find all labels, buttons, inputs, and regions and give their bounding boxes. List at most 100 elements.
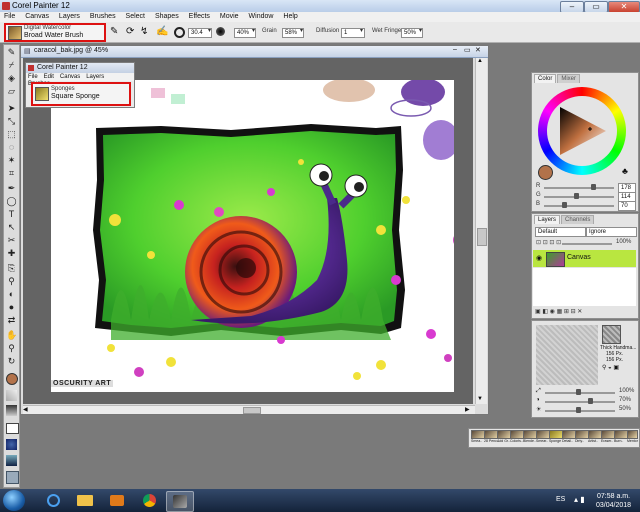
layer-opacity-value[interactable]: 100% (616, 239, 631, 245)
lasso-icon[interactable]: ◌ (6, 142, 17, 153)
paint-bucket-icon[interactable]: ◈ (6, 73, 17, 84)
size-dropdown-icon[interactable]: ▾ (208, 27, 211, 34)
vertical-scrollbar[interactable]: ▲ ▼ (475, 58, 487, 404)
crop-icon[interactable]: ⌗ (6, 168, 17, 179)
taskbar-ie-icon[interactable] (40, 491, 66, 510)
scroll-left-icon[interactable]: ◀ (23, 406, 28, 413)
language-indicator[interactable]: ES (556, 496, 565, 503)
mini-brush-selector[interactable]: Sponges Square Sponge (31, 82, 131, 106)
doc-close-button[interactable]: ✕ (475, 46, 481, 54)
dodge-icon[interactable]: ◐ (6, 289, 17, 300)
tab-layers[interactable]: Layers (534, 215, 561, 224)
scroll-up-icon[interactable]: ▲ (477, 58, 483, 64)
start-button[interactable] (3, 490, 25, 511)
paper-selector-thumbnail[interactable] (602, 325, 621, 344)
vertical-scroll-thumb[interactable] (477, 228, 487, 246)
menu-canvas[interactable]: Canvas (21, 12, 53, 22)
menu-select[interactable]: Select (122, 12, 149, 22)
diffusion-dropdown-icon[interactable]: ▾ (360, 27, 363, 34)
menu-window[interactable]: Window (245, 12, 278, 22)
mini-menu-file[interactable]: File (26, 74, 40, 80)
doc-maximize-button[interactable]: ▭ (464, 46, 471, 54)
opacity-dropdown-icon[interactable]: ▾ (252, 27, 255, 34)
scroll-down-icon[interactable]: ▼ (477, 396, 483, 402)
layer-opacity-slider[interactable] (562, 243, 612, 245)
menu-shapes[interactable]: Shapes (151, 12, 183, 22)
tab-mixer[interactable]: Mixer (557, 74, 581, 83)
taskbar-painter-icon[interactable] (166, 491, 194, 512)
paper-scale-knob[interactable] (576, 389, 581, 395)
mini-menu-layers[interactable]: Layers (84, 74, 106, 80)
transform-icon[interactable]: ⤡ (6, 116, 17, 127)
visibility-eye-icon[interactable]: ◉ (536, 254, 542, 262)
nozzle-selector-icon[interactable] (6, 455, 17, 466)
layer-lock-icons[interactable]: ⊡ ⊡ ⊡ ⊡ (536, 239, 561, 246)
paper-brightness-knob[interactable] (576, 407, 581, 413)
mini-menu-edit[interactable]: Edit (42, 74, 56, 80)
taskbar-explorer-icon[interactable] (72, 491, 98, 510)
main-color-swatch[interactable] (6, 373, 18, 385)
layer-adjuster-icon[interactable]: ➤ (6, 103, 17, 114)
rotate-page-icon[interactable]: ↻ (6, 356, 17, 367)
rubber-stamp-icon[interactable]: ⚲ (6, 276, 17, 287)
burn-icon[interactable]: ● (6, 302, 17, 313)
menu-brushes[interactable]: Brushes (86, 12, 120, 22)
composite-method-dropdown[interactable]: Default (535, 227, 586, 237)
gradient-selector-icon[interactable] (6, 405, 17, 416)
brush-tool-icon[interactable]: ✎ (110, 26, 118, 37)
paper-brightness-value[interactable]: 50% (619, 406, 631, 412)
main-color-swatch-panel[interactable] (538, 165, 553, 180)
mini-menu-canvas[interactable]: Canvas (58, 74, 82, 80)
paper-contrast-slider[interactable] (545, 401, 615, 403)
shape-selection-icon[interactable]: ↖ (6, 222, 17, 233)
weaving-selector-icon[interactable] (6, 439, 17, 450)
saturation-value-triangle[interactable] (558, 105, 608, 157)
brush-tile[interactable]: Mentor.. (627, 430, 638, 445)
b-value[interactable]: 70 (618, 201, 636, 211)
add-point-icon[interactable]: ✚ (6, 248, 17, 259)
r-slider-knob[interactable] (591, 184, 596, 190)
wet-fringe-dropdown-icon[interactable]: ▾ (419, 27, 422, 34)
preserve-dropdown[interactable]: Ignore (586, 227, 637, 237)
grabber-icon[interactable]: ✋ (6, 330, 17, 341)
paper-contrast-value[interactable]: 70% (619, 397, 631, 403)
color-picker-icon[interactable]: ♣ (622, 166, 628, 176)
r-slider[interactable] (544, 187, 614, 189)
eraser-icon[interactable]: ▱ (6, 86, 17, 97)
paper-invert-icons[interactable]: ⚲ ◒ ▣ (602, 364, 619, 371)
rect-select-icon[interactable]: ⬚ (6, 129, 17, 140)
horizontal-scrollbar[interactable]: ◀ ▶ (23, 405, 475, 414)
taskbar-media-player-icon[interactable] (104, 491, 130, 510)
paper-selector-icon[interactable] (6, 390, 17, 401)
scroll-right-icon[interactable]: ▶ (465, 406, 470, 413)
g-slider[interactable] (544, 196, 614, 198)
canvas-viewport[interactable]: OSCURITY ART (23, 58, 473, 404)
hue-ring[interactable] (538, 87, 626, 175)
mirror-icon[interactable]: ⇄ (6, 315, 17, 326)
brush-tool-icon[interactable]: ✎ (6, 47, 17, 58)
b-slider[interactable] (544, 205, 614, 207)
g-slider-knob[interactable] (574, 193, 579, 199)
menu-help[interactable]: Help (279, 12, 301, 22)
paper-contrast-knob[interactable] (588, 398, 593, 404)
pattern-selector-icon[interactable] (6, 423, 19, 434)
brush-tracking-icon[interactable]: ✍ (156, 26, 168, 37)
b-slider-knob[interactable] (562, 202, 567, 208)
magnifier-icon[interactable]: ⚲ (6, 343, 17, 354)
brush-selector[interactable]: Digital Watercolor Broad Water Brush (4, 23, 106, 42)
dropper-icon[interactable]: ⌿ (6, 60, 17, 71)
menu-movie[interactable]: Movie (216, 12, 243, 22)
system-clock[interactable]: 07:58 a.m. 03/04/2018 (596, 492, 631, 510)
tab-color[interactable]: Color (534, 74, 557, 83)
menu-file[interactable]: File (0, 12, 19, 22)
tab-channels[interactable]: Channels (561, 215, 595, 224)
magic-wand-icon[interactable]: ✶ (6, 155, 17, 166)
doc-minimize-button[interactable]: – (453, 46, 457, 53)
taskbar-chrome-icon[interactable] (136, 491, 162, 510)
horizontal-scroll-thumb[interactable] (243, 407, 261, 414)
paper-scale-value[interactable]: 100% (619, 388, 634, 394)
shape-tool-icon[interactable]: ◯ (6, 196, 17, 207)
grain-dropdown-icon[interactable]: ▾ (300, 27, 303, 34)
cloner-icon[interactable]: ⎘ (6, 263, 17, 274)
menu-layers[interactable]: Layers (55, 12, 84, 22)
